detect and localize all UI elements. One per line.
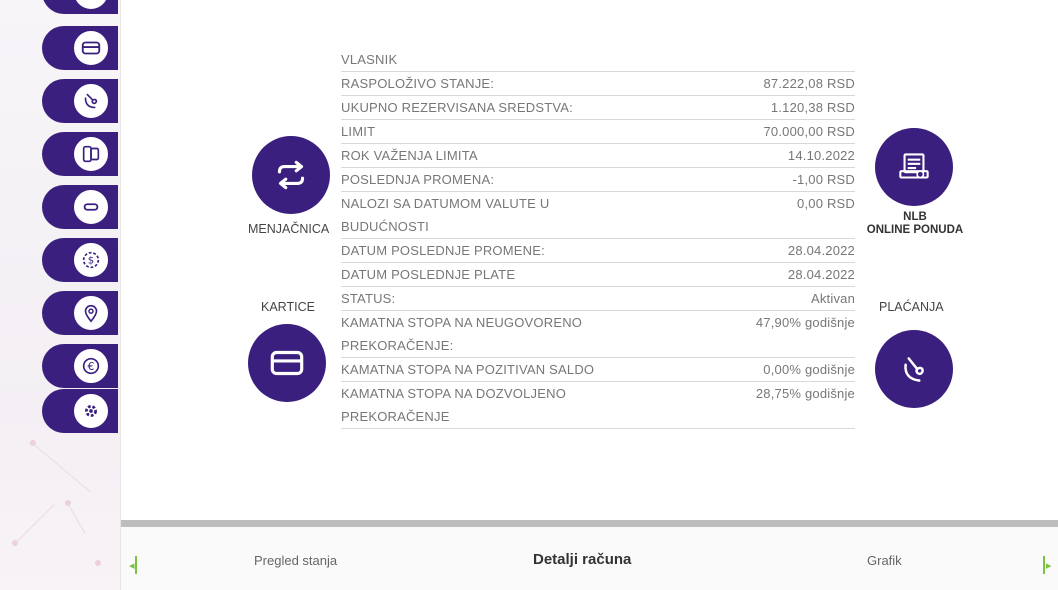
nav-prev-button[interactable]: ◂	[129, 555, 141, 575]
payments-icon	[72, 82, 110, 120]
payments-button[interactable]	[875, 330, 953, 408]
detail-row-future-orders: NALOZI SA DATUMOM VALUTE U BUDUĆNOSTI 0,…	[341, 192, 855, 239]
exchange-label: MENJAČNICA	[248, 222, 330, 236]
online-offer-label: NLB ONLINE PONUDA	[857, 211, 973, 237]
detail-label: KAMATNA STOPA NA POZITIVAN SALDO	[341, 362, 595, 377]
online-offer-icon	[899, 153, 929, 179]
payments-icon	[904, 357, 924, 382]
online-offer-button[interactable]	[875, 128, 953, 206]
detail-row-limit: LIMIT 70.000,00 RSD	[341, 120, 855, 144]
sidebar-item-payments[interactable]	[42, 79, 118, 123]
transfer-icon	[72, 188, 110, 226]
detail-row-available-balance: RASPOLOŽIVO STANJE: 87.222,08 RSD	[341, 72, 855, 96]
decor-line	[67, 503, 86, 534]
detail-label: VLASNIK	[341, 52, 398, 67]
detail-value: 14.10.2022	[787, 148, 855, 163]
detail-row-owner: VLASNIK	[341, 48, 855, 72]
detail-value: 87.222,08 RSD	[763, 76, 855, 91]
detail-row-limit-expiry: ROK VAŽENJA LIMITA 14.10.2022	[341, 144, 855, 168]
detail-label: DATUM POSLEDNJE PROMENE:	[341, 243, 545, 258]
detail-row-last-salary: DATUM POSLEDNJE PLATE 28.04.2022	[341, 263, 855, 287]
sidebar-item-euro[interactable]: €	[42, 344, 118, 388]
euro-exchange-icon: €	[72, 347, 110, 385]
detail-value: 0,00% godišnje	[763, 362, 855, 377]
detail-value: 0,00 RSD	[797, 196, 855, 211]
nav-next-button[interactable]: ▸	[1041, 555, 1053, 575]
detail-value: 28.04.2022	[787, 267, 855, 282]
detail-label: STATUS:	[341, 291, 396, 306]
detail-value: 28.04.2022	[787, 243, 855, 258]
nav-prev-bar	[135, 556, 137, 574]
decor-line	[15, 504, 55, 544]
detail-value: 47,90% godišnje	[755, 315, 855, 330]
card-icon	[270, 350, 304, 376]
detail-label: ROK VAŽENJA LIMITA	[341, 148, 478, 163]
detail-label: POSLEDNJA PROMENA:	[341, 172, 495, 187]
exchange-arrows-icon	[277, 160, 305, 190]
tab-chart[interactable]: Grafik	[867, 553, 902, 568]
detail-label: KAMATNA STOPA NA NEUGOVORENO PREKORAČENJ…	[341, 315, 583, 353]
detail-row-reserved: UKUPNO REZERVISANA SREDSTVA: 1.120,38 RS…	[341, 96, 855, 120]
detail-row-last-change: POSLEDNJA PROMENA: -1,00 RSD	[341, 168, 855, 192]
detail-label: LIMIT	[341, 124, 376, 139]
savings-icon: $	[72, 241, 110, 279]
detail-value: 1.120,38 RSD	[770, 100, 855, 115]
main-content: MENJAČNICA KARTICE VLASNIK RASPOLOŽIVO S…	[121, 0, 1058, 520]
account-details-table: VLASNIK RASPOLOŽIVO STANJE: 87.222,08 RS…	[341, 48, 855, 429]
exchange-button[interactable]	[252, 136, 330, 214]
svg-text:€: €	[88, 360, 95, 373]
detail-row-status: STATUS: Aktivan	[341, 287, 855, 311]
sidebar-item-devices[interactable]	[42, 132, 118, 176]
sidebar-item-location[interactable]	[42, 291, 118, 335]
payments-label: PLAĆANJA	[879, 300, 944, 314]
detail-label: RASPOLOŽIVO STANJE:	[341, 76, 495, 91]
cards-label: KARTICE	[261, 300, 315, 314]
sidebar-item-cards[interactable]	[42, 26, 118, 70]
decor-dot	[95, 560, 101, 566]
detail-row-allowed-overdraft-rate: KAMATNA STOPA NA DOZVOLJENO PREKORAČENJE…	[341, 382, 855, 429]
detail-row-last-change-date: DATUM POSLEDNJE PROMENE: 28.04.2022	[341, 239, 855, 263]
tab-account-details[interactable]: Detalji računa	[533, 551, 631, 568]
detail-label: KAMATNA STOPA NA DOZVOLJENO PREKORAČENJE	[341, 386, 567, 424]
detail-value: 28,75% godišnje	[755, 386, 855, 401]
sidebar-partial-icon	[72, 0, 110, 11]
detail-value: Aktivan	[810, 291, 855, 306]
gear-icon	[72, 392, 110, 430]
decor-line	[32, 443, 91, 492]
detail-row-positive-balance-rate: KAMATNA STOPA NA POZITIVAN SALDO 0,00% g…	[341, 358, 855, 382]
bottom-nav: ◂ Pregled stanja Detalji računa Grafik ▸	[121, 520, 1058, 590]
detail-label: DATUM POSLEDNJE PLATE	[341, 267, 516, 282]
chevron-left-icon: ◂	[129, 559, 135, 572]
svg-text:$: $	[88, 256, 94, 267]
card-icon	[72, 29, 110, 67]
nav-next-bar	[1043, 556, 1045, 574]
sidebar-item-top[interactable]	[42, 0, 118, 14]
sidebar-item-settings[interactable]	[42, 389, 118, 433]
devices-icon	[72, 135, 110, 173]
left-panel: $ €	[0, 0, 121, 590]
bottom-divider	[121, 520, 1058, 527]
cards-button[interactable]	[248, 324, 326, 402]
online-offer-label-line1: NLB	[903, 211, 927, 223]
sidebar-item-transfer[interactable]	[42, 185, 118, 229]
detail-label: NALOZI SA DATUMOM VALUTE U BUDUĆNOSTI	[341, 196, 550, 234]
location-icon	[72, 294, 110, 332]
sidebar-item-savings[interactable]: $	[42, 238, 118, 282]
detail-value: -1,00 RSD	[792, 172, 855, 187]
online-offer-label-line2: ONLINE PONUDA	[866, 224, 964, 236]
detail-row-unagreed-overdraft-rate: KAMATNA STOPA NA NEUGOVORENO PREKORAČENJ…	[341, 311, 855, 358]
detail-value: 70.000,00 RSD	[763, 124, 855, 139]
detail-label: UKUPNO REZERVISANA SREDSTVA:	[341, 100, 573, 115]
tab-overview[interactable]: Pregled stanja	[254, 553, 337, 568]
chevron-right-icon: ▸	[1046, 559, 1052, 572]
